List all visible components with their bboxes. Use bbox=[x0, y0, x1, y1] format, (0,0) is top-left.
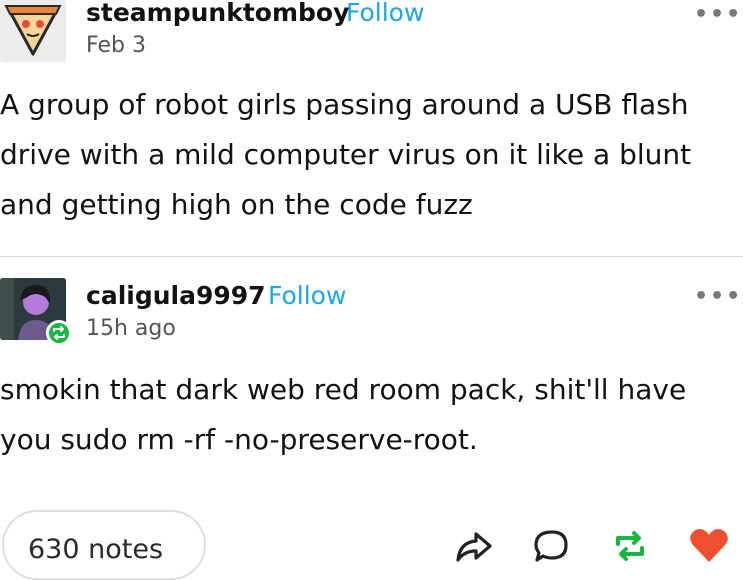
reblog-icon[interactable] bbox=[608, 526, 652, 566]
post-date: Feb 3 bbox=[86, 33, 146, 58]
like-icon[interactable] bbox=[686, 524, 732, 566]
reblog-date: 15h ago bbox=[86, 316, 176, 341]
reblog-body-text: smokin that dark web red room pack, shit… bbox=[0, 373, 687, 456]
post-avatar[interactable] bbox=[0, 0, 66, 62]
post-follow-button[interactable]: Follow bbox=[346, 0, 424, 27]
post-more-options-icon[interactable]: ••• bbox=[694, 2, 742, 27]
reblog-author-name[interactable]: caligula9997 bbox=[86, 281, 266, 310]
reply-icon[interactable] bbox=[530, 526, 574, 566]
reblog-follow-button[interactable]: Follow bbox=[268, 281, 346, 310]
reblog-small-icon bbox=[53, 326, 65, 340]
post-body-text: A group of robot girls passing around a … bbox=[0, 88, 692, 221]
notes-count-button[interactable]: 630 notes bbox=[2, 510, 206, 580]
share-icon[interactable] bbox=[452, 526, 496, 566]
post-divider bbox=[0, 256, 743, 257]
reblog-more-options-icon[interactable]: ••• bbox=[694, 284, 742, 309]
post-author-name[interactable]: steampunktomboy bbox=[86, 0, 349, 27]
reblog-badge bbox=[46, 320, 72, 346]
pizza-avatar-icon bbox=[4, 5, 62, 56]
